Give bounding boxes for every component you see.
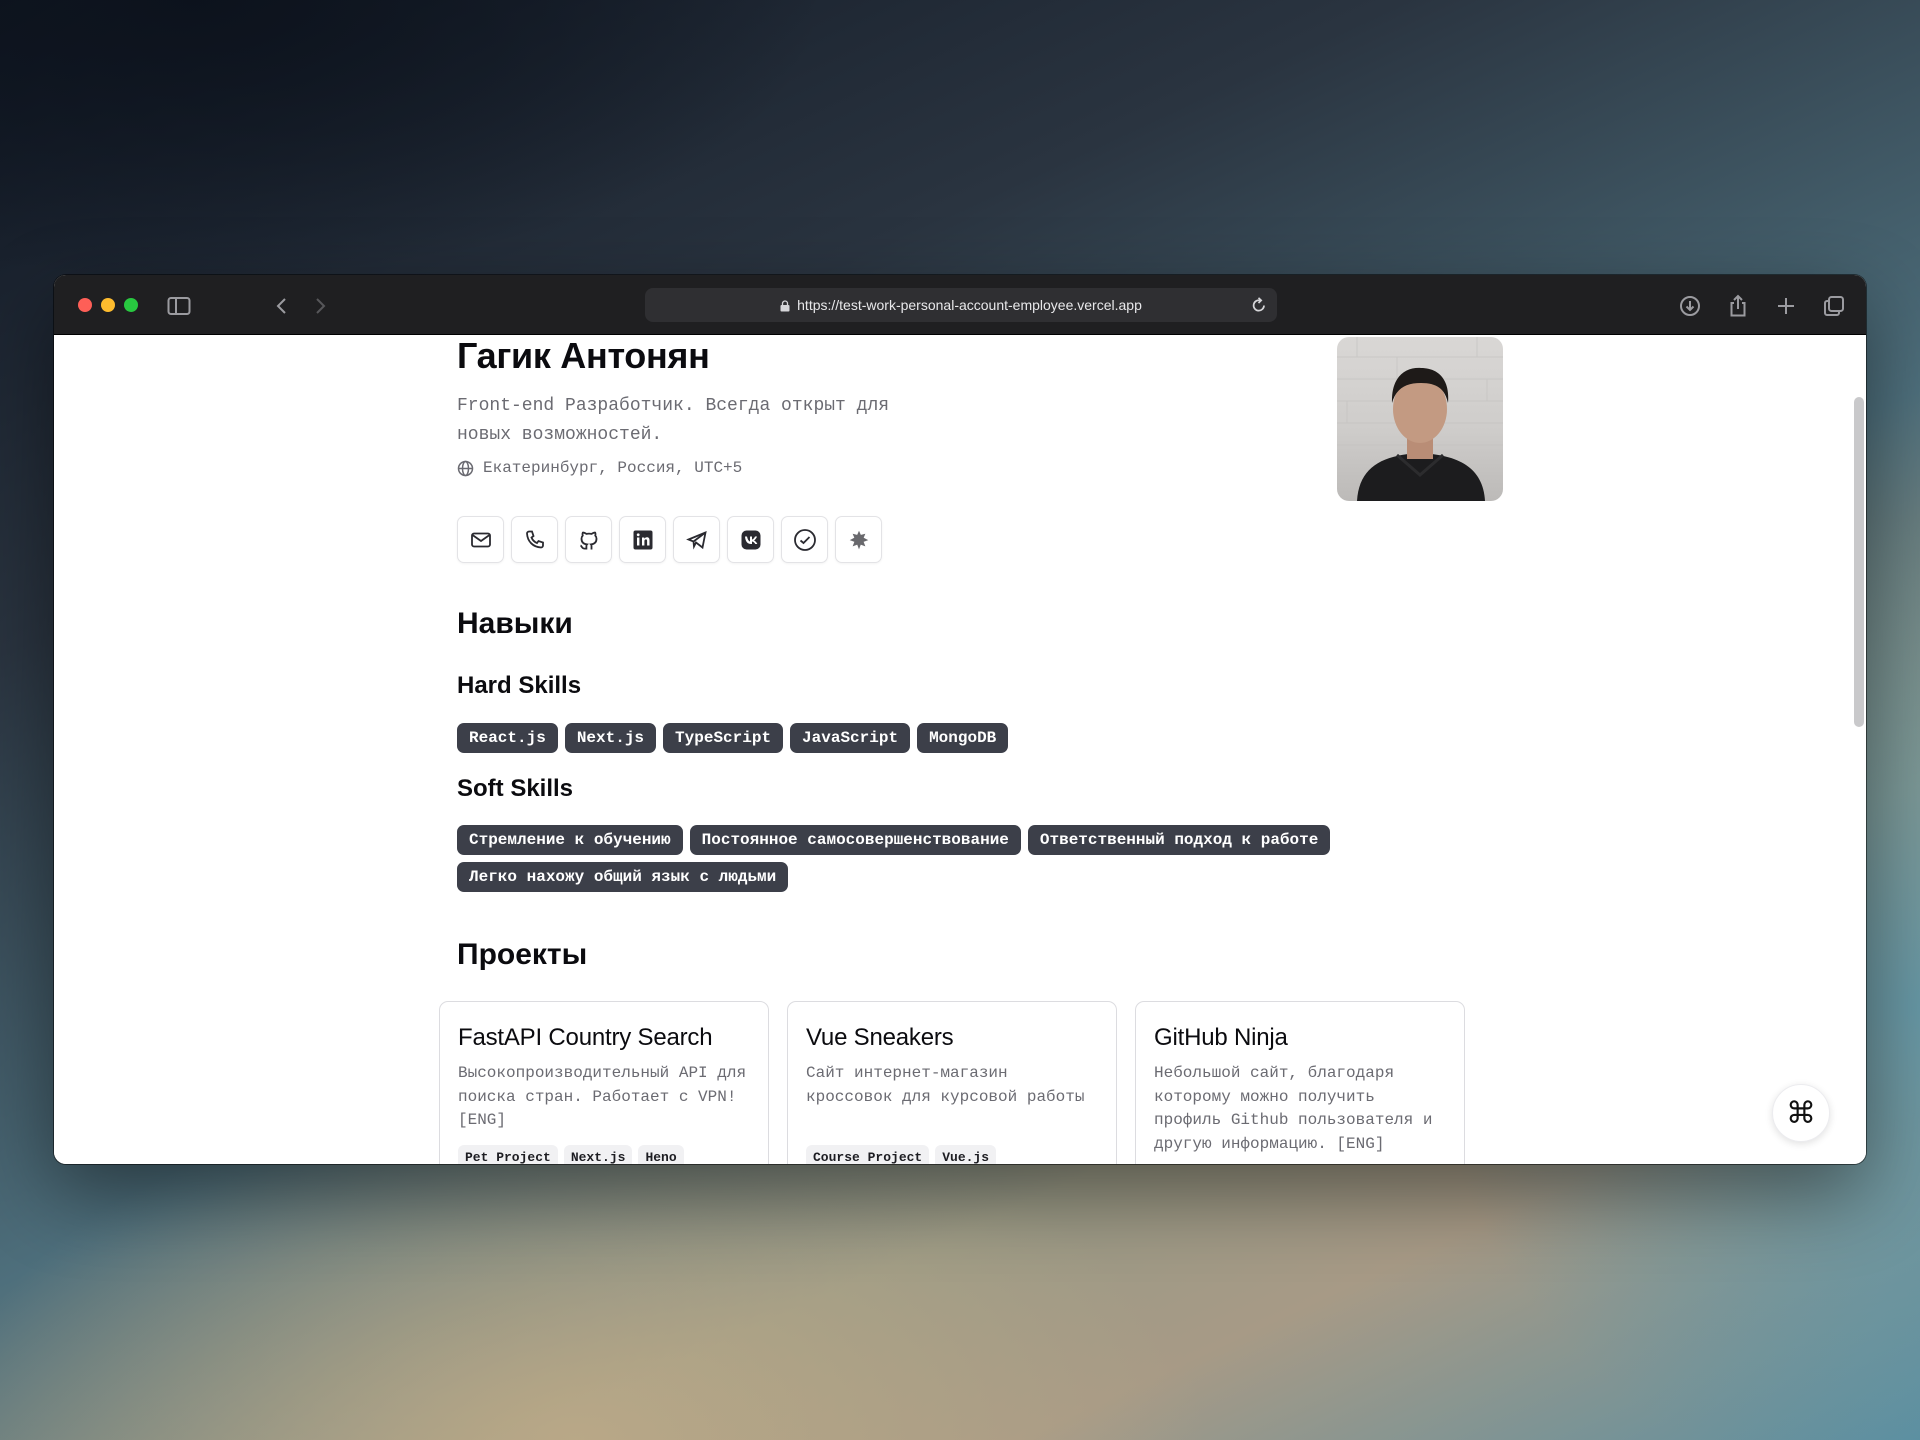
github-link[interactable] [565, 516, 612, 563]
browser-window: https://test-work-personal-account-emplo… [54, 275, 1866, 1164]
phone-link[interactable] [511, 516, 558, 563]
skill-badge: JavaScript [790, 723, 911, 753]
browser-toolbar: https://test-work-personal-account-emplo… [54, 275, 1866, 335]
project-description: Высокопроизводительный API для поиска ст… [458, 1064, 747, 1129]
share-icon[interactable] [1725, 293, 1751, 319]
close-window-button[interactable] [78, 298, 92, 312]
project-title: GitHub Ninja [1154, 1024, 1288, 1051]
projects-heading: Проекты [457, 938, 588, 971]
project-tag: Next.js [563, 1145, 633, 1164]
project-card[interactable]: GitHub Ninja Небольшой сайт, благодаря к… [1135, 1001, 1465, 1164]
command-menu-button[interactable]: ⌘ [1772, 1084, 1830, 1142]
social-links [457, 516, 882, 563]
skill-badge: TypeScript [663, 723, 784, 753]
skill-badge: Стремление к обучению [457, 825, 683, 855]
project-card[interactable]: FastAPI Country Search Высокопроизводите… [439, 1001, 769, 1164]
project-tag: Pet Project [458, 1145, 558, 1164]
zoom-window-button[interactable] [124, 298, 138, 312]
skill-badge: Постоянное самосовершенствование [689, 825, 1021, 855]
project-description: Сайт интернет-магазин кроссовок для курс… [806, 1064, 1085, 1106]
linkedin-icon [633, 530, 652, 549]
phone-icon [525, 530, 544, 548]
project-tags: Course Project Vue.js [806, 1145, 997, 1164]
page-viewport: Гагик Антонян Front-end Разработчик. Все… [54, 335, 1866, 1164]
address-bar[interactable]: https://test-work-personal-account-emplo… [645, 288, 1277, 322]
project-title: Vue Sneakers [806, 1024, 954, 1051]
project-card[interactable]: Vue Sneakers Сайт интернет-магазин кросс… [787, 1001, 1117, 1164]
telegram-icon [685, 530, 707, 550]
habr-link[interactable] [835, 516, 882, 563]
back-icon[interactable] [269, 293, 295, 319]
project-cards: FastAPI Country Search Высокопроизводите… [439, 1001, 1465, 1164]
sidebar-icon[interactable] [166, 293, 192, 319]
hard-skills-heading: Hard Skills [457, 672, 582, 699]
globe-icon [457, 460, 474, 476]
habr-icon [849, 530, 868, 549]
email-link[interactable] [457, 516, 504, 563]
project-title: FastAPI Country Search [458, 1024, 713, 1051]
tab-overview-icon[interactable] [1821, 293, 1847, 319]
location-text: Екатеринбург, Россия, UTC+5 [483, 459, 743, 477]
new-tab-icon[interactable] [1773, 293, 1799, 319]
profile-tagline: Front-end Разработчик. Всегда открыт для… [457, 396, 890, 445]
project-tags: Pet Project Next.js Heno [458, 1145, 684, 1164]
hh-icon [793, 528, 816, 551]
reload-icon[interactable] [1251, 296, 1267, 314]
skill-badge: MongoDB [917, 723, 1009, 753]
avatar [1337, 337, 1503, 501]
minimize-window-button[interactable] [101, 298, 115, 312]
skill-badge: React.js [457, 723, 558, 753]
project-tag: Course Project [806, 1145, 930, 1164]
vk-link[interactable] [727, 516, 774, 563]
skills-heading: Навыки [457, 607, 573, 640]
profile-location: Екатеринбург, Россия, UTC+5 [457, 459, 742, 477]
skill-badge: Ответственный подход к работе [1027, 825, 1331, 855]
skill-badge: Легко нахожу общий язык с людьми [457, 862, 789, 892]
forward-icon[interactable] [307, 293, 333, 319]
downloads-icon[interactable] [1677, 293, 1703, 319]
project-tag: Heno [638, 1145, 684, 1164]
hh-link[interactable] [781, 516, 828, 563]
profile-name: Гагик Антонян [457, 335, 710, 376]
url-text: https://test-work-personal-account-emplo… [797, 297, 1142, 313]
hard-skills-list: React.js Next.js TypeScript JavaScript M… [457, 723, 1417, 753]
telegram-link[interactable] [673, 516, 720, 563]
linkedin-link[interactable] [619, 516, 666, 563]
soft-skills-heading: Soft Skills [457, 775, 574, 802]
skill-badge: Next.js [564, 723, 657, 753]
soft-skills-list: Стремление к обучению Постоянное самосов… [457, 825, 1417, 892]
page-scrollbar[interactable] [1854, 397, 1864, 727]
github-icon [579, 531, 597, 550]
mail-icon [470, 532, 491, 547]
project-tag: Vue.js [935, 1145, 997, 1164]
lock-icon [780, 300, 790, 312]
vk-icon [741, 530, 760, 549]
project-description: Небольшой сайт, благодаря которому можно… [1154, 1064, 1433, 1153]
